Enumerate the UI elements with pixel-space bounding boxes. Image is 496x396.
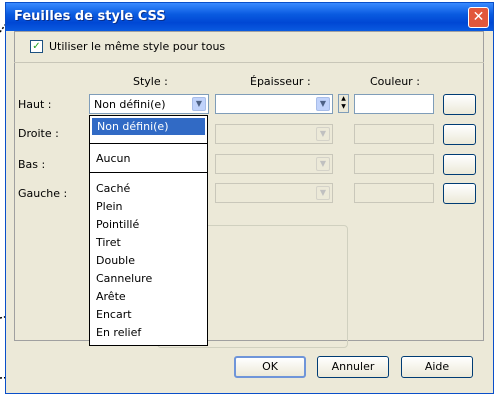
color-field-haut[interactable] [354,94,434,114]
dropdown-separator [90,172,207,173]
same-style-checkbox[interactable]: ✓ [30,40,43,53]
spin-down-icon[interactable]: ▼ [341,103,346,110]
color-picker-button-droite[interactable] [443,124,476,145]
dropdown-item[interactable]: Aucun [96,152,131,165]
column-header-epaisseur: Épaisseur : [250,75,311,88]
style-select-haut[interactable]: Non défini(e) ▼ [89,94,209,114]
checkmark-icon: ✓ [32,41,41,52]
style-select-value: Non défini(e) [94,98,166,111]
style-dropdown-list: Non défini(e) Aucun Caché Plein Pointill… [89,115,208,346]
column-header-couleur: Couleur : [370,75,420,88]
chevron-down-icon: ▼ [316,157,330,171]
epaisseur-select-bas[interactable]: ▼ [215,154,333,174]
title-bar: Feuilles de style CSS ✕ [6,3,493,31]
dropdown-item[interactable]: Caché [96,182,130,195]
close-button[interactable]: ✕ [468,7,489,28]
chevron-down-icon[interactable]: ▼ [192,97,206,111]
row-label-haut: Haut : [18,98,52,111]
dropdown-item[interactable]: Arête [96,290,126,303]
row-label-droite: Droite : [18,127,59,140]
dropdown-item[interactable]: Plein [96,200,123,213]
dropdown-item-label: Non défini(e) [97,120,169,133]
dropdown-item[interactable]: Double [96,254,135,267]
epaisseur-select-droite[interactable]: ▼ [215,124,333,144]
color-field-gauche[interactable] [354,183,434,203]
color-picker-button-gauche[interactable] [443,183,476,204]
color-field-bas[interactable] [354,154,434,174]
color-field-droite[interactable] [354,124,434,144]
dropdown-item-selected[interactable]: Non défini(e) [92,118,205,135]
dropdown-item[interactable]: Tiret [96,236,121,249]
chevron-down-icon[interactable]: ▼ [316,97,330,111]
color-picker-button-haut[interactable] [443,94,476,115]
dropdown-separator [90,143,207,144]
close-icon: ✕ [472,9,485,25]
color-picker-button-bas[interactable] [443,154,476,175]
row-label-gauche: Gauche : [18,187,68,200]
dropdown-item[interactable]: En relief [96,326,141,339]
chevron-down-icon: ▼ [316,127,330,141]
window-title: Feuilles de style CSS [14,9,166,24]
dropdown-item[interactable]: Pointillé [96,218,139,231]
epaisseur-select-gauche[interactable]: ▼ [215,183,333,203]
divider [14,62,484,63]
chevron-down-icon: ▼ [316,186,330,200]
spin-up-icon[interactable]: ▲ [341,95,346,102]
same-style-label: Utiliser le même style pour tous [49,40,226,53]
cancel-button[interactable]: Annuler [317,356,389,378]
dropdown-item[interactable]: Encart [96,308,132,321]
column-header-style: Style : [133,75,168,88]
dropdown-item[interactable]: Cannelure [96,272,152,285]
help-button[interactable]: Aide [401,356,473,378]
epaisseur-select-haut[interactable]: ▼ [215,94,333,114]
epaisseur-spinner[interactable]: ▲ ▼ [338,94,349,113]
row-label-bas: Bas : [18,158,46,171]
ok-button[interactable]: OK [234,356,306,378]
